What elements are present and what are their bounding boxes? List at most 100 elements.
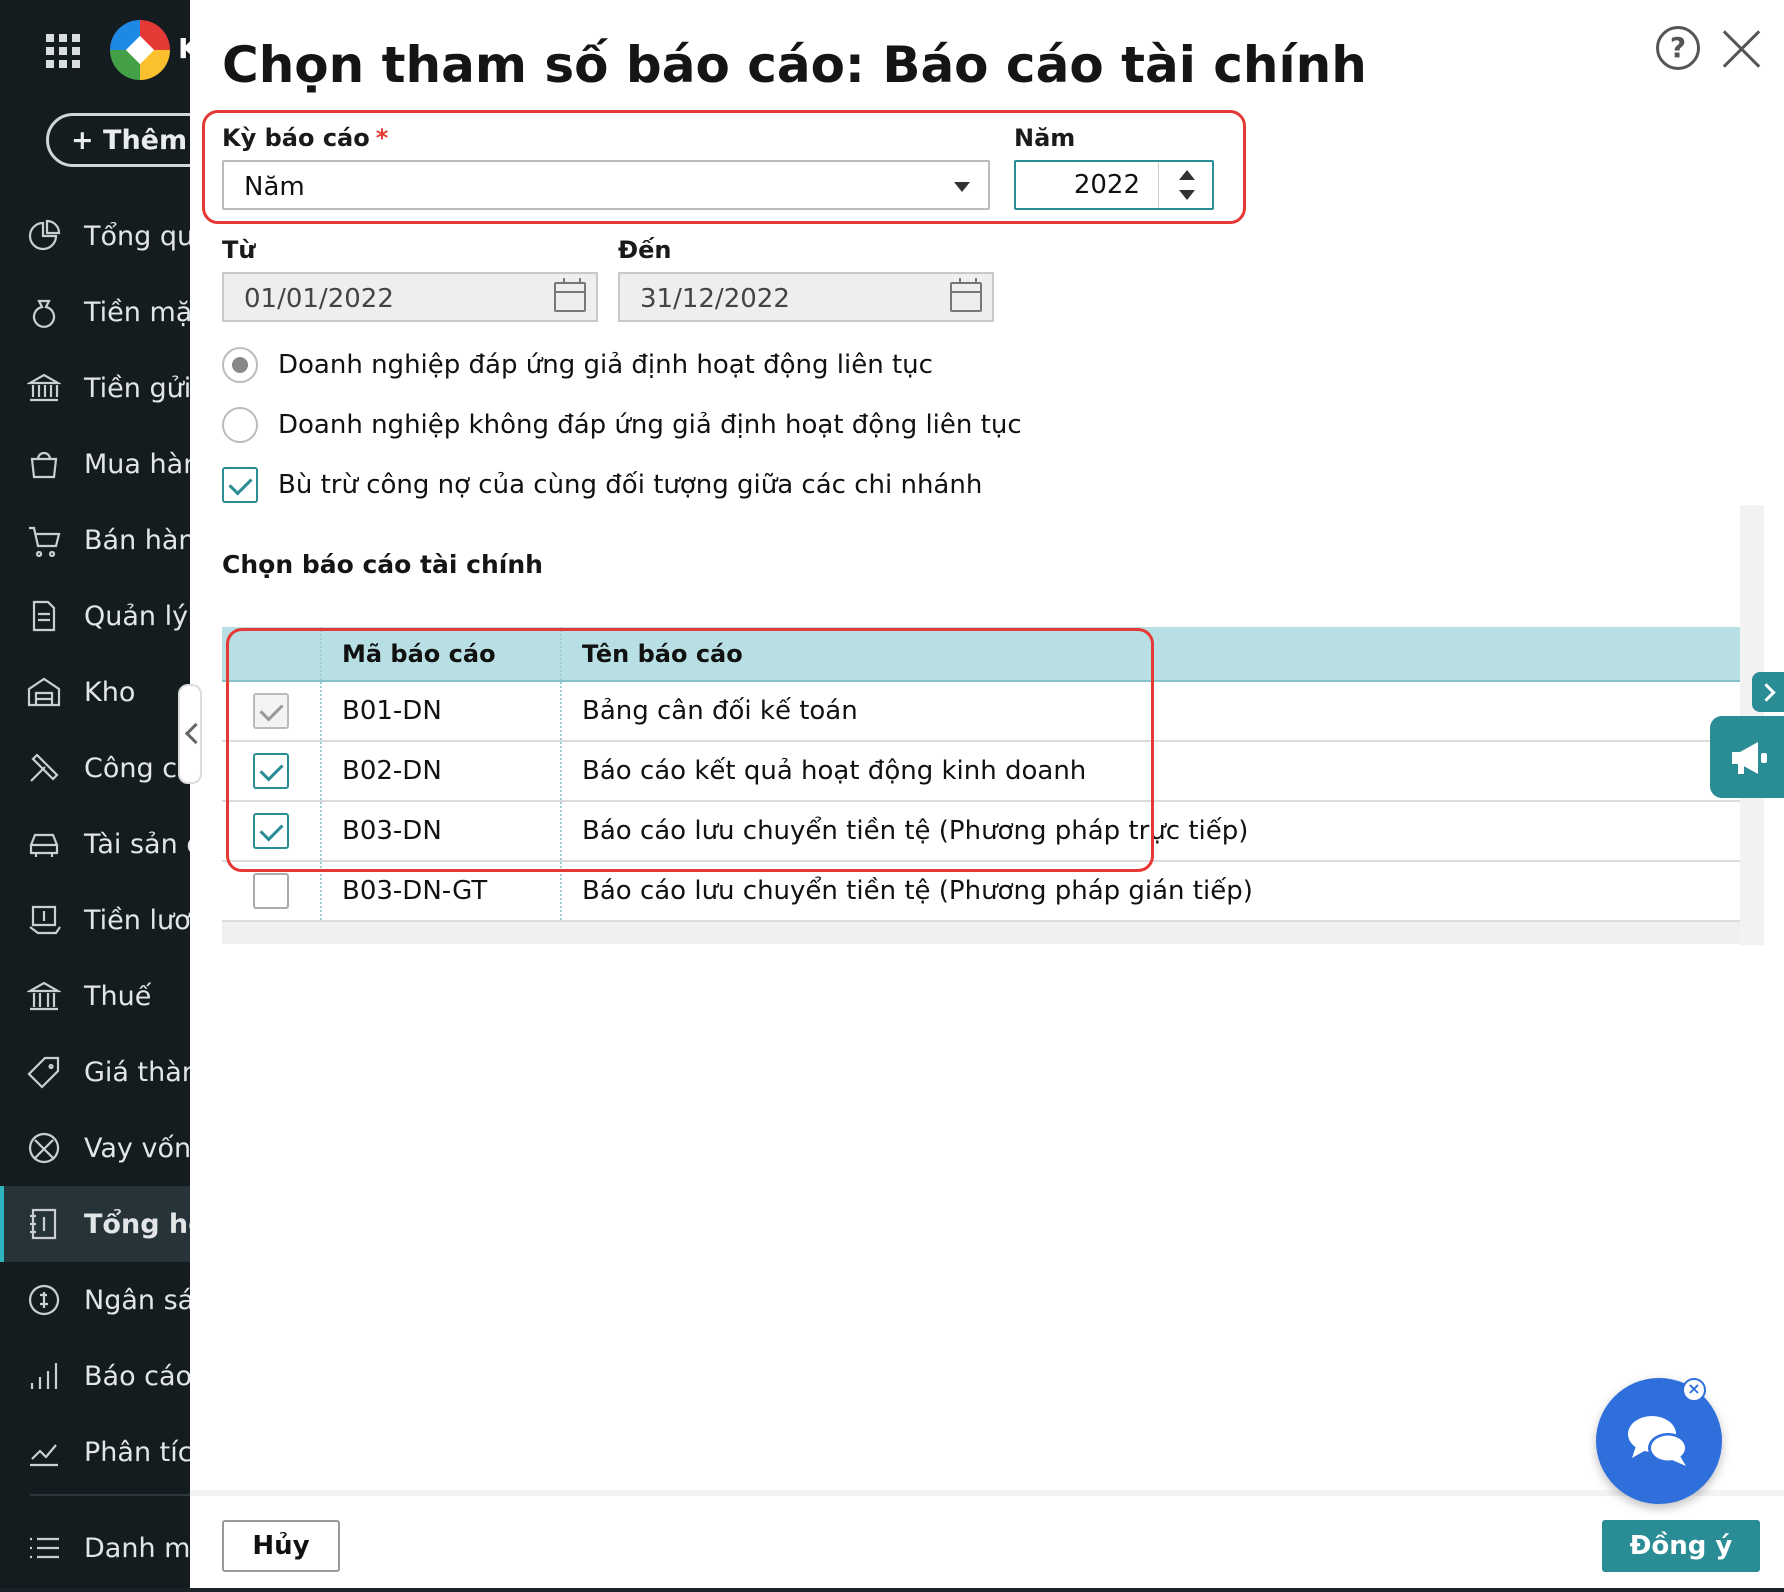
- increment-arrow-icon[interactable]: [1179, 170, 1195, 180]
- row-select-cell: [222, 802, 322, 860]
- budget-icon: [26, 1282, 62, 1318]
- sidebar-item[interactable]: Giá thàn: [0, 1034, 190, 1110]
- sidebar-item[interactable]: Bán hàng: [0, 502, 190, 578]
- year-value[interactable]: 2022: [1016, 170, 1140, 200]
- sidebar-item-label: Công cụ: [84, 752, 190, 784]
- going-concern-radio[interactable]: [222, 347, 258, 383]
- sidebar-item-label: Thuế: [84, 980, 152, 1012]
- announcement-button[interactable]: [1710, 716, 1784, 798]
- shopping-bag-icon: [26, 446, 62, 482]
- required-mark: *: [375, 124, 389, 152]
- chat-close-icon[interactable]: ×: [1682, 1378, 1706, 1402]
- offset-branches-checkbox[interactable]: [222, 467, 258, 503]
- sidebar-item[interactable]: Tiền mặt: [0, 274, 190, 350]
- add-new-button[interactable]: + Thêm m: [46, 113, 190, 167]
- sidebar-item-label: Ngân sác: [84, 1284, 190, 1316]
- not-going-concern-option[interactable]: Doanh nghiệp không đáp ứng giả định hoạt…: [222, 407, 1022, 443]
- sidebar-item[interactable]: Vay vốn: [0, 1110, 190, 1186]
- app-logo[interactable]: [110, 20, 170, 80]
- going-concern-label: Doanh nghiệp đáp ứng giả định hoạt động …: [278, 350, 933, 380]
- period-select[interactable]: Năm: [222, 160, 990, 210]
- sidebar-item[interactable]: Tổng qua: [0, 198, 190, 274]
- sidebar-item-label: Quản lý h: [84, 600, 190, 632]
- sidebar-item[interactable]: Quản lý h: [0, 578, 190, 654]
- sidebar-item[interactable]: Phân tích: [0, 1414, 190, 1490]
- sidebar-item[interactable]: Tiền lươn: [0, 882, 190, 958]
- report-name-cell: Báo cáo lưu chuyển tiền tệ (Phương pháp …: [582, 876, 1253, 906]
- megaphone-icon: [1732, 742, 1767, 774]
- sidebar-item[interactable]: Báo cáo: [0, 1338, 190, 1414]
- sidebar-item[interactable]: Tài sản c: [0, 806, 190, 882]
- to-date-value: 31/12/2022: [640, 284, 790, 314]
- expand-panel-button[interactable]: [1752, 672, 1784, 712]
- sidebar-item[interactable]: Tổng hợ: [0, 1186, 190, 1262]
- dialog-footer: Hủy Đồng ý: [190, 1490, 1784, 1588]
- table-header: Mã báo cáo Tên báo cáo: [222, 627, 1740, 682]
- sidebar-item[interactable]: Danh mụ: [0, 1510, 190, 1586]
- sidebar-item-label: Kho: [84, 676, 136, 708]
- ok-button[interactable]: Đồng ý: [1602, 1520, 1760, 1572]
- sidebar-item[interactable]: Kho: [0, 654, 190, 730]
- sidebar-item[interactable]: Thuế: [0, 958, 190, 1034]
- table-row[interactable]: B03-DN Báo cáo lưu chuyển tiền tệ (Phương…: [222, 802, 1740, 862]
- sidebar-item-label: Mua hàn: [84, 448, 190, 480]
- not-going-concern-radio[interactable]: [222, 407, 258, 443]
- header-code[interactable]: Mã báo cáo: [322, 627, 562, 680]
- table-body: B01-DN Bảng cân đối kế toán B02-DN Báo cáo …: [222, 682, 1740, 922]
- not-going-concern-label: Doanh nghiệp không đáp ứng giả định hoạt…: [278, 410, 1022, 440]
- to-label: Đến: [618, 236, 672, 264]
- report-table: Mã báo cáo Tên báo cáo B01-DN Bảng cân đố…: [222, 627, 1740, 944]
- ledger-icon: [26, 1206, 62, 1242]
- close-icon[interactable]: [1720, 26, 1764, 70]
- sidebar-item-label: Phân tích: [84, 1436, 190, 1468]
- cancel-button[interactable]: Hủy: [222, 1520, 340, 1572]
- sidebar-item-label: Giá thàn: [84, 1056, 190, 1088]
- table-row[interactable]: B03-DN-GT Báo cáo lưu chuyển tiền tệ (Phư…: [222, 862, 1740, 922]
- section-title: Chọn báo cáo tài chính: [222, 550, 543, 579]
- tax-icon: [26, 978, 62, 1014]
- app-name: K: [178, 32, 190, 65]
- decrement-arrow-icon[interactable]: [1179, 190, 1195, 200]
- table-row[interactable]: B01-DN Bảng cân đối kế toán: [222, 682, 1740, 742]
- row-checkbox[interactable]: [253, 873, 289, 909]
- dialog-title: Chọn tham số báo cáo: Báo cáo tài chính: [222, 36, 1367, 94]
- row-select-cell: [222, 742, 322, 800]
- warehouse-icon: [26, 674, 62, 710]
- calendar-icon[interactable]: [554, 278, 586, 312]
- apps-grid-icon[interactable]: [46, 34, 80, 68]
- sidebar-item-label: Báo cáo: [84, 1360, 190, 1392]
- sidebar-item[interactable]: Công cụ: [0, 730, 190, 806]
- sidebar-item-label: Tiền lươn: [84, 904, 190, 936]
- to-date-field[interactable]: 31/12/2022: [618, 272, 994, 322]
- year-stepper[interactable]: 2022: [1014, 160, 1214, 210]
- from-date-field[interactable]: 01/01/2022: [222, 272, 598, 322]
- report-code-cell: B01-DN: [322, 682, 562, 740]
- analytics-icon: [26, 1434, 62, 1470]
- from-label: Từ: [222, 236, 256, 264]
- bank-icon: [26, 370, 62, 406]
- year-label: Năm: [1014, 124, 1076, 152]
- row-checkbox[interactable]: [253, 753, 289, 789]
- help-icon[interactable]: ?: [1656, 26, 1700, 70]
- sidebar-item-label: Tiền gửi: [84, 372, 190, 404]
- table-footer: [222, 922, 1740, 944]
- chevron-down-icon[interactable]: [954, 182, 970, 192]
- sidebar-item[interactable]: Mua hàn: [0, 426, 190, 502]
- from-date-value: 01/01/2022: [244, 284, 394, 314]
- sidebar-menu: Tổng qua Tiền mặt Tiền gửi Mua hàn Bán hàng Q…: [0, 198, 190, 1586]
- collapse-sidebar-button[interactable]: [178, 684, 202, 784]
- period-select-value: Năm: [244, 172, 305, 202]
- sidebar-item[interactable]: Tiền gửi: [0, 350, 190, 426]
- header-name[interactable]: Tên báo cáo: [562, 627, 1740, 680]
- going-concern-option[interactable]: Doanh nghiệp đáp ứng giả định hoạt động …: [222, 347, 933, 383]
- row-checkbox[interactable]: [253, 813, 289, 849]
- row-checkbox: [253, 693, 289, 729]
- sidebar-item-label: Tổng qua: [84, 220, 190, 252]
- table-row[interactable]: B02-DN Báo cáo kết quả hoạt động kinh doa…: [222, 742, 1740, 802]
- calendar-icon[interactable]: [950, 278, 982, 312]
- sidebar-item-label: Tiền mặt: [84, 296, 190, 328]
- sidebar-item[interactable]: Ngân sác: [0, 1262, 190, 1338]
- money-bag-icon: [26, 294, 62, 330]
- period-label: Kỳ báo cáo *: [222, 124, 389, 152]
- offset-branches-option[interactable]: Bù trừ công nợ của cùng đối tượng giữa c…: [222, 467, 982, 503]
